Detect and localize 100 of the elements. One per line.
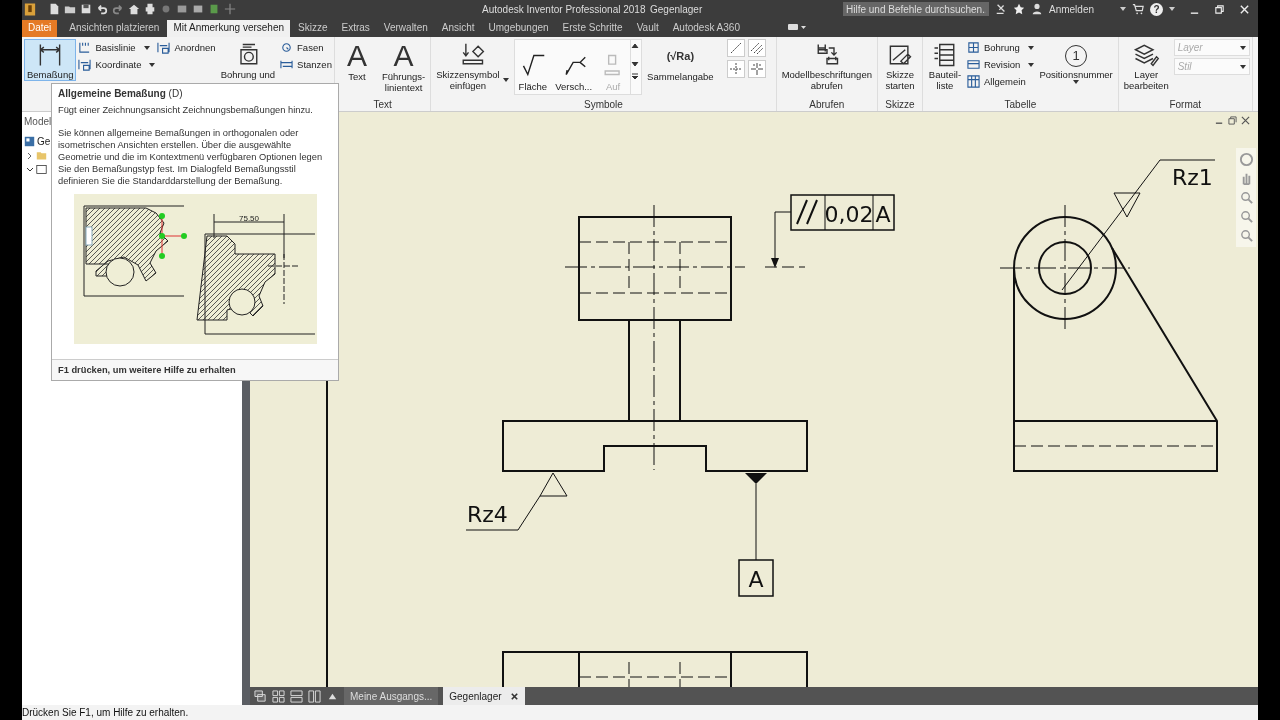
ribbon-button[interactable]: Bemaßung (24, 39, 77, 81)
ribbon-tab[interactable]: Vault (630, 20, 665, 37)
folder-icon (36, 150, 47, 161)
center-mark-icon[interactable] (726, 60, 745, 78)
panel-toggle-icon[interactable] (788, 23, 806, 31)
panel-label: Abrufen (808, 99, 846, 110)
ribbon-button[interactable]: A Text (336, 39, 377, 84)
table-icon (966, 75, 980, 88)
ribbon-button[interactable]: Layer bearbeiten (1120, 39, 1172, 93)
zoom-icon[interactable] (1238, 228, 1254, 243)
tooltip-title: Allgemeine Bemaßung (D) (58, 88, 184, 99)
home-icon[interactable] (128, 3, 140, 15)
table-icon (966, 58, 980, 71)
dropdown-field[interactable]: Stil (1173, 58, 1250, 75)
search-field[interactable]: Hilfe und Befehle durchsuchen.. (842, 2, 989, 16)
ribbon-button[interactable]: Basislinie (78, 41, 156, 54)
gallery-item[interactable]: Fläche (514, 40, 552, 94)
ribbon-button[interactable]: Skizzensymbol einfügen (433, 39, 512, 93)
ribbon-tab[interactable]: Umgebungen (482, 20, 555, 37)
tolerance-leader (764, 211, 806, 268)
center-pattern-icon[interactable] (747, 60, 766, 78)
view-cube-icon[interactable] (1238, 152, 1254, 167)
ribbon-tab[interactable]: Extras (335, 20, 376, 37)
ribbon-button[interactable]: Modellbeschriftungen abrufen (778, 39, 875, 93)
open-folder-icon[interactable] (64, 3, 76, 15)
panel-label: Symbole (583, 99, 624, 110)
grid-icon (966, 41, 980, 54)
datum-reference: A (875, 202, 891, 227)
panel-label: Skizze (884, 99, 916, 110)
datum-frame (738, 559, 774, 597)
app-logo-icon[interactable] (24, 1, 36, 17)
arrange-icon (78, 58, 92, 71)
redo-icon[interactable] (112, 3, 124, 15)
selection-handles-drawing (158, 213, 187, 259)
ribbon-button[interactable]: Bauteil- liste (924, 39, 965, 93)
ribbon-tab[interactable]: Mit Anmerkung versehen (167, 20, 291, 37)
ribbon-button[interactable]: Revision (966, 58, 1035, 71)
plus-icon[interactable] (224, 3, 236, 15)
tolerance-value: 0,02 (824, 202, 874, 227)
document-tab[interactable]: Gegenlager (443, 687, 525, 705)
ribbon-button[interactable]: Fasen (280, 41, 332, 54)
document-tab[interactable]: Meine Ausgangs... (344, 687, 439, 705)
panel-label: Text (372, 99, 393, 110)
tooltip-summary: Fügt einer Zeichnungsansicht Zeichnungsbemaßungen hinzu. (58, 104, 314, 116)
cascade-icon[interactable] (254, 689, 267, 703)
panel-label: Tabelle (1003, 99, 1038, 110)
cart-icon[interactable] (1132, 3, 1144, 15)
save-icon[interactable] (80, 3, 92, 15)
tooltip-footer: F1 drücken, um weitere Hilfe zu erhalten (52, 359, 338, 380)
expand-icon[interactable] (26, 151, 34, 160)
tile-vertical-icon[interactable] (308, 689, 321, 703)
ribbon-button[interactable]: Stanzen (280, 58, 332, 71)
roughness-label: Rz4 (467, 502, 508, 527)
tile-icon[interactable] (272, 689, 285, 703)
ribbon-button[interactable]: Koordinate (78, 58, 156, 71)
ribbon-button[interactable]: Anordnen (157, 41, 216, 54)
ribbon-button[interactable]: Bohrung und (217, 39, 279, 82)
ordinate-icon (78, 41, 92, 54)
help-button[interactable]: ? (1150, 2, 1163, 16)
zoom-icon[interactable] (1238, 190, 1254, 205)
ribbon-button[interactable]: Skizze starten (879, 39, 920, 93)
arrange-icon (157, 41, 171, 54)
print-icon[interactable] (144, 3, 156, 15)
zoom-icon[interactable] (1238, 209, 1254, 224)
hole-icon (280, 41, 294, 54)
ribbon-tab[interactable]: Skizze (292, 20, 334, 37)
tooltip-description: Sie können allgemeine Bemaßungen in orthogonalen oder isometrischen Ansichten erstellen. Über die ausgewählte Geometrie und die im Kontextmenü verfügbaren Optionen legen Sie den Bemaßungstyp fest. Im Dialogfeld Bemaßungsstil definieren Sie die Standarddarstellung der Bemaßung. (58, 127, 324, 187)
gallery-item[interactable]: Versch... (551, 40, 597, 94)
ribbon-tab[interactable]: Autodesk A360 (666, 20, 746, 37)
ribbon-tab[interactable]: Erste Schritte (556, 20, 629, 37)
ribbon-tab[interactable]: Ansicht (435, 20, 481, 37)
ribbon-button[interactable]: (√Ra) Sammelangabe (644, 39, 717, 84)
tile-horizontal-icon[interactable] (290, 689, 303, 703)
parallelism-icon (796, 199, 818, 225)
tree-item[interactable]: Ge (37, 136, 51, 147)
undo-icon[interactable] (96, 3, 108, 15)
window-title: Autodesk Inventor Professional 2018 (482, 3, 646, 15)
caret-icon (1239, 65, 1246, 69)
caret-icon[interactable] (1120, 7, 1126, 11)
dimension-line (213, 213, 284, 259)
new-file-icon[interactable] (48, 3, 60, 15)
close-icon[interactable] (509, 691, 519, 701)
star-icon[interactable] (1012, 3, 1025, 15)
status-text: Drücken Sie F1, um Hilfe zu erhalten. (22, 707, 189, 718)
sign-in-link[interactable]: Anmelden (1048, 3, 1094, 15)
user-icon[interactable] (1030, 3, 1043, 15)
ribbon-button[interactable]: 1 Positionsnummer (1036, 39, 1116, 86)
ribbon-tab[interactable]: Ansichten platzieren (63, 20, 166, 37)
close-icon[interactable] (1241, 116, 1250, 125)
ribbon-button[interactable]: A Führungs- linientext (378, 39, 429, 95)
caret-icon (1239, 46, 1246, 50)
browser-heading: Model (24, 116, 53, 127)
ribbon-button[interactable]: Allgemein (966, 75, 1035, 88)
caret-icon[interactable] (1169, 7, 1175, 11)
dropdown-field[interactable]: Layer (1173, 39, 1250, 56)
collapse-icon[interactable] (26, 165, 34, 174)
hatch-lines-icon[interactable] (747, 39, 766, 57)
ribbon-button[interactable]: Bohrung (966, 41, 1035, 54)
panel-label: Format (1168, 99, 1203, 110)
ribbon-tab[interactable]: Verwalten (377, 20, 434, 37)
